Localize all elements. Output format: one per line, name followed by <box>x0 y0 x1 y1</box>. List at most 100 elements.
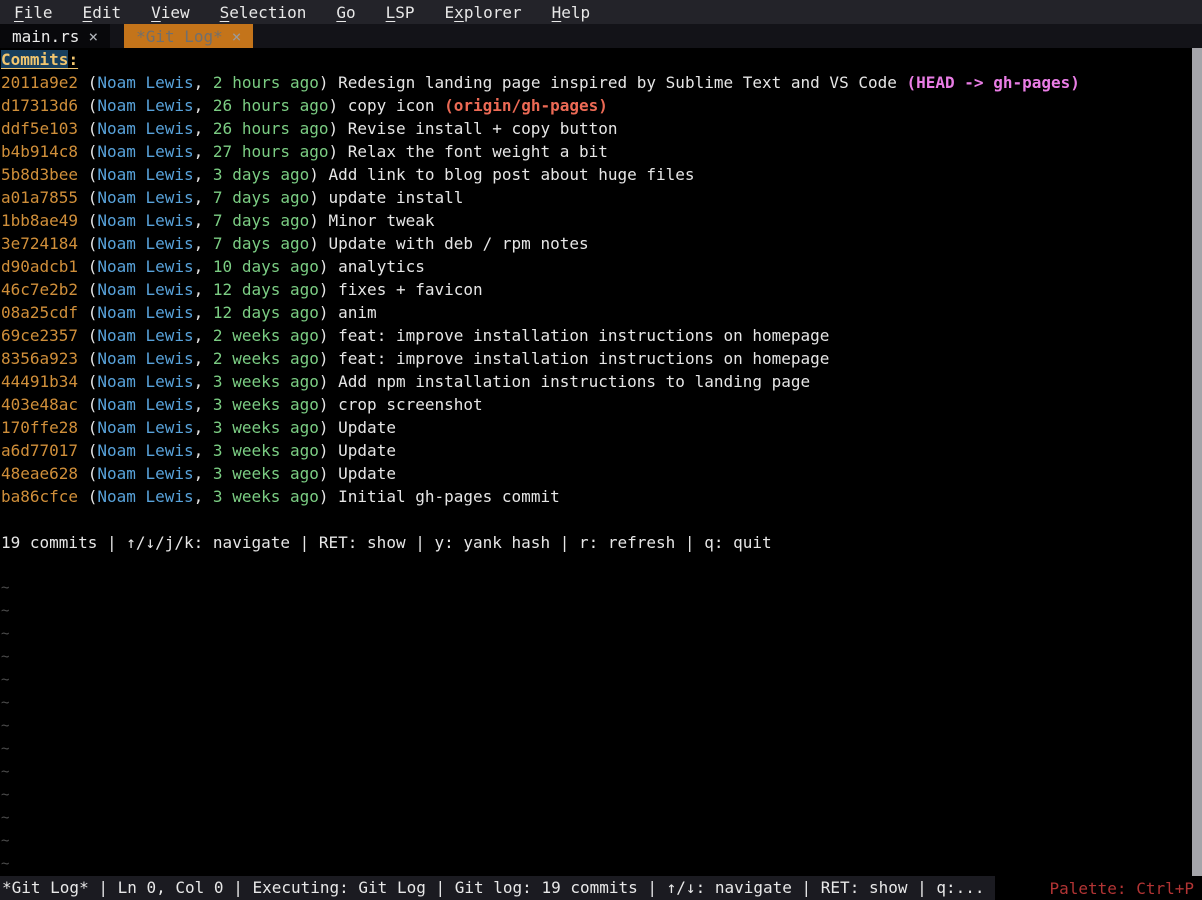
menu-item-go[interactable]: Go <box>336 3 355 22</box>
text: ) <box>319 487 338 506</box>
commit-message: feat: improve installation instructions … <box>338 349 829 368</box>
text: , <box>194 280 213 299</box>
editor-window: File Edit View Selection Go LSP Explorer Help m… <box>0 0 1202 900</box>
commit-row[interactable]: a6d77017 (Noam Lewis, 3 weeks ago) Updat… <box>1 439 1202 462</box>
text: , <box>194 188 213 207</box>
tab-close-icon[interactable]: × <box>88 27 98 46</box>
commit-message: Revise install + copy button <box>348 119 618 138</box>
commit-author: Noam Lewis <box>97 349 193 368</box>
text: ) <box>329 96 348 115</box>
commit-author: Noam Lewis <box>97 257 193 276</box>
commit-age: 12 days ago <box>213 303 319 322</box>
text: ( <box>78 349 97 368</box>
commit-age: 3 weeks ago <box>213 441 319 460</box>
commit-hash: a6d77017 <box>1 441 78 460</box>
menu-item-file[interactable]: File <box>14 3 53 22</box>
commit-row[interactable]: 3e724184 (Noam Lewis, 7 days ago) Update… <box>1 232 1202 255</box>
commit-row[interactable]: 5b8d3bee (Noam Lewis, 3 days ago) Add li… <box>1 163 1202 186</box>
commit-hash: 403e48ac <box>1 395 78 414</box>
commit-hash: 1bb8ae49 <box>1 211 78 230</box>
text: ) <box>319 441 338 460</box>
commit-message: anim <box>338 303 377 322</box>
commit-row[interactable]: 44491b34 (Noam Lewis, 3 weeks ago) Add n… <box>1 370 1202 393</box>
commit-age: 26 hours ago <box>213 119 329 138</box>
tab-main.rs[interactable]: main.rs × <box>0 24 110 48</box>
scrollbar[interactable] <box>1192 48 1202 876</box>
commit-author: Noam Lewis <box>97 165 193 184</box>
text: ( <box>78 441 97 460</box>
text: ) <box>319 349 338 368</box>
commit-ref: (origin/gh-pages) <box>444 96 608 115</box>
text: , <box>194 464 213 483</box>
commit-row[interactable]: 08a25cdf (Noam Lewis, 12 days ago) anim <box>1 301 1202 324</box>
commit-author: Noam Lewis <box>97 441 193 460</box>
commit-row[interactable]: 2011a9e2 (Noam Lewis, 2 hours ago) Redes… <box>1 71 1202 94</box>
empty-line: ~ <box>1 784 1202 807</box>
text: ( <box>78 487 97 506</box>
menu-item-explorer[interactable]: Explorer <box>445 3 522 22</box>
commit-row[interactable]: 1bb8ae49 (Noam Lewis, 7 days ago) Minor … <box>1 209 1202 232</box>
commit-hash: 2011a9e2 <box>1 73 78 92</box>
empty-line: ~ <box>1 830 1202 853</box>
text: ( <box>78 188 97 207</box>
text: ) <box>319 280 338 299</box>
commit-message: Redesign landing page inspired by Sublim… <box>338 73 897 92</box>
commit-hash: d90adcb1 <box>1 257 78 276</box>
commit-row[interactable]: a01a7855 (Noam Lewis, 7 days ago) update… <box>1 186 1202 209</box>
commit-age: 7 days ago <box>213 234 309 253</box>
commit-row[interactable]: 403e48ac (Noam Lewis, 3 weeks ago) crop … <box>1 393 1202 416</box>
commit-message: copy icon <box>348 96 435 115</box>
text: ( <box>78 395 97 414</box>
tab-close-icon[interactable]: × <box>232 27 242 46</box>
text: ( <box>78 119 97 138</box>
empty-line: ~ <box>1 669 1202 692</box>
commit-age: 3 weeks ago <box>213 372 319 391</box>
commit-age: 26 hours ago <box>213 96 329 115</box>
commit-hash: 3e724184 <box>1 234 78 253</box>
empty-line: ~ <box>1 853 1202 876</box>
menu-item-edit[interactable]: Edit <box>83 3 122 22</box>
commit-row[interactable]: 46c7e2b2 (Noam Lewis, 12 days ago) fixes… <box>1 278 1202 301</box>
text: ) <box>319 73 338 92</box>
empty-line: ~ <box>1 715 1202 738</box>
commit-author: Noam Lewis <box>97 487 193 506</box>
commit-author: Noam Lewis <box>97 188 193 207</box>
text: , <box>194 418 213 437</box>
commit-row[interactable]: d17313d6 (Noam Lewis, 26 hours ago) copy… <box>1 94 1202 117</box>
text: , <box>194 165 213 184</box>
commit-row[interactable]: ba86cfce (Noam Lewis, 3 weeks ago) Initi… <box>1 485 1202 508</box>
text: ) <box>329 119 348 138</box>
commit-row[interactable]: 8356a923 (Noam Lewis, 2 weeks ago) feat:… <box>1 347 1202 370</box>
menu-item-lsp[interactable]: LSP <box>386 3 415 22</box>
text: , <box>194 326 213 345</box>
tab-title: main.rs <box>12 27 79 46</box>
text: ) <box>319 326 338 345</box>
commit-message: crop screenshot <box>338 395 483 414</box>
commit-hash: b4b914c8 <box>1 142 78 161</box>
tab-git-log[interactable]: *Git Log*× <box>124 24 253 48</box>
text: ( <box>78 257 97 276</box>
commit-age: 2 hours ago <box>213 73 319 92</box>
commit-row[interactable]: 170ffe28 (Noam Lewis, 3 weeks ago) Updat… <box>1 416 1202 439</box>
text: , <box>194 372 213 391</box>
empty-line: ~ <box>1 600 1202 623</box>
commit-row[interactable]: d90adcb1 (Noam Lewis, 10 days ago) analy… <box>1 255 1202 278</box>
commit-row[interactable]: ddf5e103 (Noam Lewis, 26 hours ago) Revi… <box>1 117 1202 140</box>
commit-message: fixes + favicon <box>338 280 483 299</box>
commit-row[interactable]: 48eae628 (Noam Lewis, 3 weeks ago) Updat… <box>1 462 1202 485</box>
commit-author: Noam Lewis <box>97 142 193 161</box>
empty-line: ~ <box>1 646 1202 669</box>
menu-item-selection[interactable]: Selection <box>220 3 307 22</box>
menu-item-view[interactable]: View <box>151 3 190 22</box>
commit-row[interactable]: b4b914c8 (Noam Lewis, 27 hours ago) Rela… <box>1 140 1202 163</box>
commit-age: 10 days ago <box>213 257 319 276</box>
text <box>434 96 444 115</box>
commit-message: analytics <box>338 257 425 276</box>
blank-line <box>1 554 1202 577</box>
text: ) <box>319 303 338 322</box>
commit-hash: 08a25cdf <box>1 303 78 322</box>
palette-hint: Palette: Ctrl+P <box>1050 879 1202 898</box>
menu-item-help[interactable]: Help <box>552 3 591 22</box>
commit-row[interactable]: 69ce2357 (Noam Lewis, 2 weeks ago) feat:… <box>1 324 1202 347</box>
commit-age: 7 days ago <box>213 211 309 230</box>
